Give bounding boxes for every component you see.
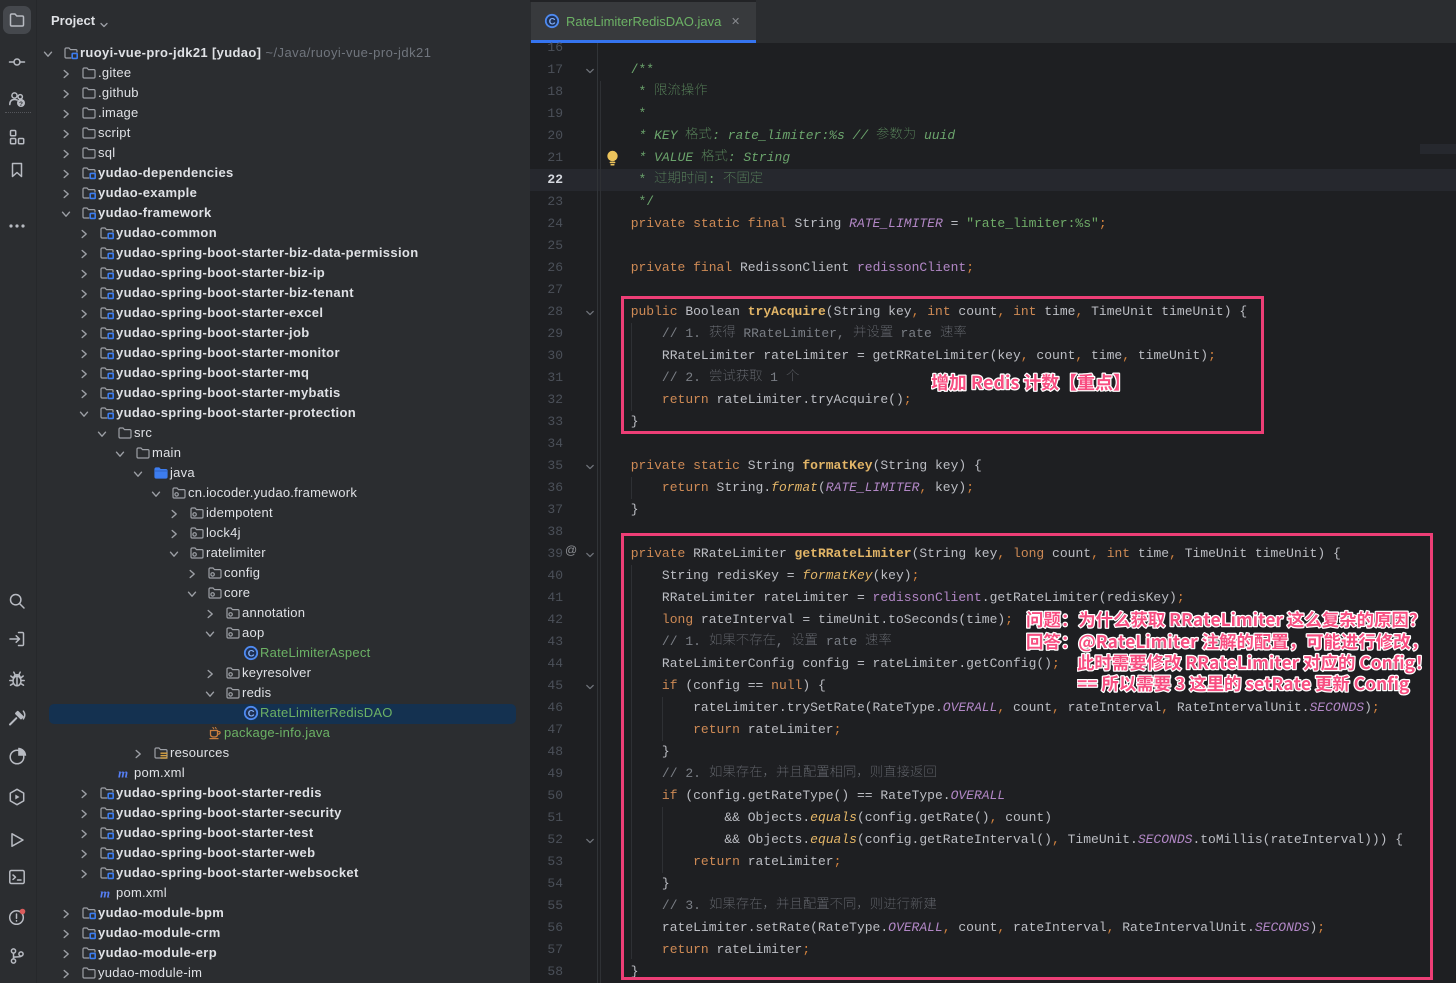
- svg-text:m: m: [100, 886, 110, 901]
- svg-text:?: ?: [19, 101, 23, 108]
- svg-text:C: C: [549, 15, 556, 26]
- svg-text:C: C: [248, 647, 255, 658]
- svg-text:m: m: [118, 766, 128, 781]
- svg-text:C: C: [248, 707, 255, 718]
